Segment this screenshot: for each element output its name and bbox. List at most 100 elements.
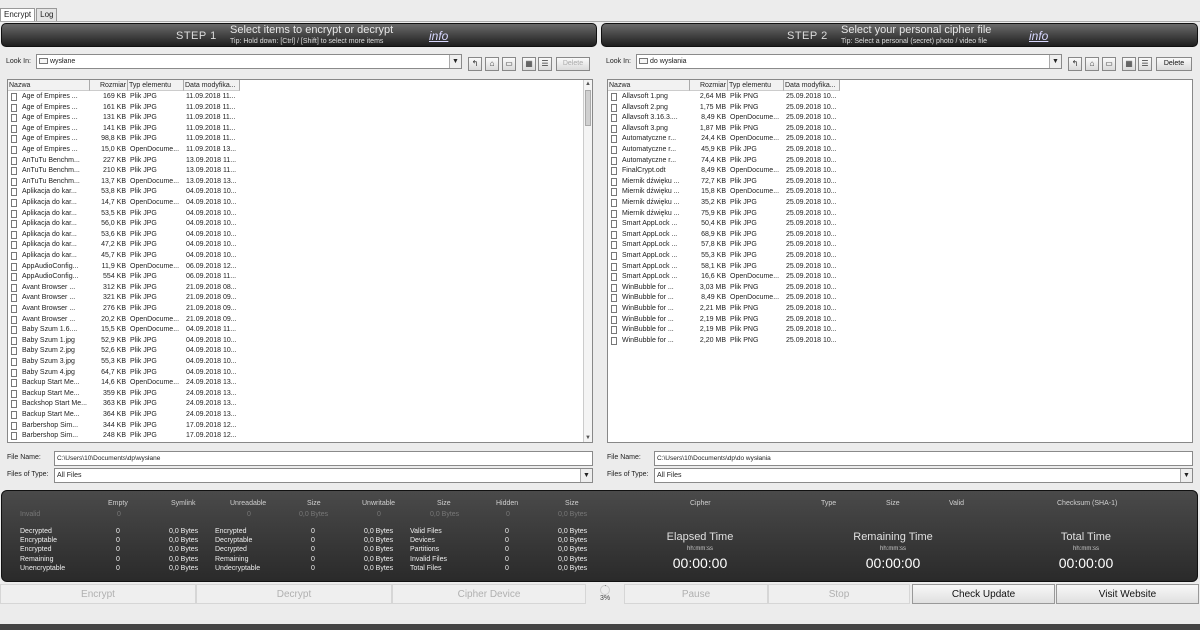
- list-item[interactable]: Aplikacja do kar... 47,2 KB Plik JPG 04.09.…: [8, 240, 592, 251]
- list-item[interactable]: Miernik dźwięku ... 75,9 KB Plik JPG 25.09.…: [608, 209, 1192, 220]
- list-item[interactable]: Aplikacja do kar... 53,6 KB Plik JPG 04.09.…: [8, 230, 592, 241]
- list-item[interactable]: AppAudioConfig... 554 KB Plik JPG 06.09.201…: [8, 272, 592, 283]
- col-type[interactable]: Typ elementu: [128, 80, 184, 91]
- up-folder-icon[interactable]: ↰: [1068, 57, 1082, 71]
- details-view-icon[interactable]: ☰: [1138, 57, 1152, 71]
- list-item[interactable]: Smart AppLock ... 58,1 KB Plik JPG 25.09.20…: [608, 262, 1192, 273]
- list-item[interactable]: Age of Empires ... 98,8 KB Plik JPG 11.09.2…: [8, 134, 592, 145]
- list-item[interactable]: Backup Start Me... 14,6 KB OpenDocume... 24…: [8, 378, 592, 389]
- list-item[interactable]: FinalCrypt.odt 8,49 KB OpenDocume... 25.09.…: [608, 166, 1192, 177]
- list-item[interactable]: Aplikacja do kar... 45,7 KB Plik JPG 04.09.…: [8, 251, 592, 262]
- list-item[interactable]: WinBubble for ... 3,03 MB Plik PNG 25.09.20…: [608, 283, 1192, 294]
- vertical-scrollbar[interactable]: ▲ ▼: [583, 80, 592, 442]
- col-date[interactable]: Data modyfika...: [784, 80, 840, 91]
- list-item[interactable]: Age of Empires ... 131 KB Plik JPG 11.09.20…: [8, 113, 592, 124]
- list-item[interactable]: Baby Szum 3.jpg 55,3 KB Plik JPG 04.09.2018…: [8, 357, 592, 368]
- list-view-icon[interactable]: ▦: [522, 57, 536, 71]
- pause-button[interactable]: Pause: [624, 584, 768, 604]
- list-item[interactable]: Baby Szum 1.6.... 15,5 KB OpenDocume... 04.…: [8, 325, 592, 336]
- list-item[interactable]: Allavsoft 1.png 2,64 MB Plik PNG 25.09.2018…: [608, 92, 1192, 103]
- list-item[interactable]: Smart AppLock ... 55,3 KB Plik JPG 25.09.20…: [608, 251, 1192, 262]
- file-icon: [11, 432, 17, 441]
- list-item[interactable]: Age of Empires ... 161 KB Plik JPG 11.09.20…: [8, 103, 592, 114]
- list-view-icon[interactable]: ▦: [1122, 57, 1136, 71]
- list-item[interactable]: Allavsoft 3.png 1,87 MB Plik PNG 25.09.2018…: [608, 124, 1192, 135]
- details-view-icon[interactable]: ☰: [538, 57, 552, 71]
- list-item[interactable]: WinBubble for ... 2,20 MB Plik PNG 25.09.20…: [608, 336, 1192, 347]
- hdr-hidden: Hidden: [496, 500, 519, 507]
- encrypt-button[interactable]: Encrypt: [0, 584, 196, 604]
- col-date[interactable]: Data modyfika...: [184, 80, 240, 91]
- delete-button[interactable]: Delete: [556, 57, 590, 71]
- tab-encrypt[interactable]: Encrypt: [0, 8, 36, 22]
- list-item[interactable]: Avant Browser ... 312 KB Plik JPG 21.09.201…: [8, 283, 592, 294]
- list-item[interactable]: WinBubble for ... 8,49 KB OpenDocume... 25.…: [608, 293, 1192, 304]
- col-name[interactable]: Nazwa: [608, 80, 690, 91]
- col-type[interactable]: Typ elementu: [728, 80, 784, 91]
- list-item[interactable]: Aplikacja do kar... 53,5 KB Plik JPG 04.09.…: [8, 209, 592, 220]
- tab-log[interactable]: Log: [36, 8, 58, 22]
- stop-button[interactable]: Stop: [768, 584, 910, 604]
- list-item[interactable]: Age of Empires ... 141 KB Plik JPG 11.09.20…: [8, 124, 592, 135]
- list-item[interactable]: Backshop Start Me... 363 KB Plik JPG 24.09.…: [8, 399, 592, 410]
- file-list[interactable]: Nazwa Rozmiar Typ elementu Data modyfika…: [7, 79, 593, 443]
- list-item[interactable]: AnTuTu Benchm... 227 KB Plik JPG 13.09.2018…: [8, 156, 592, 167]
- look-in-combo[interactable]: wysłane ▼: [36, 54, 462, 69]
- list-item[interactable]: Smart AppLock ... 68,9 KB Plik JPG 25.09.20…: [608, 230, 1192, 241]
- new-folder-icon[interactable]: ▭: [502, 57, 516, 71]
- cipher-device-button[interactable]: Cipher Device: [392, 584, 586, 604]
- list-item[interactable]: Automatyczne r... 74,4 KB Plik JPG 25.09.20…: [608, 156, 1192, 167]
- look-in-combo[interactable]: do wysłania ▼: [636, 54, 1062, 69]
- file-list[interactable]: Nazwa Rozmiar Typ elementu Data modyfika…: [607, 79, 1193, 443]
- home-icon[interactable]: ⌂: [485, 57, 499, 71]
- list-item[interactable]: WinBubble for ... 2,19 MB Plik PNG 25.09.20…: [608, 315, 1192, 326]
- delete-button[interactable]: Delete: [1156, 57, 1192, 71]
- list-item[interactable]: WinBubble for ... 2,21 MB Plik PNG 25.09.20…: [608, 304, 1192, 315]
- list-item[interactable]: Allavsoft 3.16.3.... 8,49 KB OpenDocume...…: [608, 113, 1192, 124]
- up-folder-icon[interactable]: ↰: [468, 57, 482, 71]
- col-size[interactable]: Rozmiar: [90, 80, 128, 91]
- list-item[interactable]: Baby Szum 1.jpg 52,9 KB Plik JPG 04.09.2018…: [8, 336, 592, 347]
- list-item[interactable]: AnTuTu Benchm... 210 KB Plik JPG 13.09.2018…: [8, 166, 592, 177]
- list-item[interactable]: Automatyczne r... 45,9 KB Plik JPG 25.09.20…: [608, 145, 1192, 156]
- list-item[interactable]: Smart AppLock ... 16,6 KB OpenDocume... 25.…: [608, 272, 1192, 283]
- list-item[interactable]: Allavsoft 2.png 1,75 MB Plik PNG 25.09.2018…: [608, 103, 1192, 114]
- list-item[interactable]: Smart AppLock ... 57,8 KB Plik JPG 25.09.20…: [608, 240, 1192, 251]
- list-item[interactable]: Miernik dźwięku ... 15,8 KB OpenDocume... 2…: [608, 187, 1192, 198]
- list-item[interactable]: Age of Empires ... 15,0 KB OpenDocume... 11…: [8, 145, 592, 156]
- list-item[interactable]: Aplikacja do kar... 53,8 KB Plik JPG 04.09.…: [8, 187, 592, 198]
- files-of-type-combo[interactable]: All Files ▼: [54, 468, 593, 483]
- list-item[interactable]: Automatyczne r... 24,4 KB OpenDocume... 25.…: [608, 134, 1192, 145]
- step2-info-link[interactable]: info: [1029, 29, 1048, 43]
- list-item[interactable]: Barbershop Sim... 248 KB Plik JPG 17.09.201…: [8, 431, 592, 442]
- col-name[interactable]: Nazwa: [8, 80, 90, 91]
- step1-info-link[interactable]: info: [429, 29, 448, 43]
- stat-count: 0: [505, 546, 509, 554]
- new-folder-icon[interactable]: ▭: [1102, 57, 1116, 71]
- list-item[interactable]: Avant Browser ... 321 KB Plik JPG 21.09.201…: [8, 293, 592, 304]
- home-icon[interactable]: ⌂: [1085, 57, 1099, 71]
- list-item[interactable]: Barbershop Sim... 344 KB Plik JPG 17.09.201…: [8, 421, 592, 432]
- list-item[interactable]: AppAudioConfig... 11,9 KB OpenDocume... 06.…: [8, 262, 592, 273]
- list-item[interactable]: Backup Start Me... 359 KB Plik JPG 24.09.20…: [8, 389, 592, 400]
- list-item[interactable]: Backup Start Me... 364 KB Plik JPG 24.09.20…: [8, 410, 592, 421]
- list-item[interactable]: Aplikacja do kar... 56,0 KB Plik JPG 04.09.…: [8, 219, 592, 230]
- files-of-type-combo[interactable]: All Files ▼: [654, 468, 1193, 483]
- list-item[interactable]: Smart AppLock ... 50,4 KB Plik JPG 25.09.20…: [608, 219, 1192, 230]
- list-item[interactable]: Miernik dźwięku ... 72,7 KB Plik JPG 25.09.…: [608, 177, 1192, 188]
- col-size[interactable]: Rozmiar: [690, 80, 728, 91]
- list-item[interactable]: WinBubble for ... 2,19 MB Plik PNG 25.09.20…: [608, 325, 1192, 336]
- check-update-button[interactable]: Check Update: [912, 584, 1055, 604]
- list-item[interactable]: Baby Szum 2.jpg 52,6 KB Plik JPG 04.09.2018…: [8, 346, 592, 357]
- list-item[interactable]: Baby Szum 4.jpg 64,7 KB Plik JPG 04.09.2018…: [8, 368, 592, 379]
- list-item[interactable]: Avant Browser ... 276 KB Plik JPG 21.09.201…: [8, 304, 592, 315]
- file-name-field[interactable]: C:\Users\10\Documents\dp\wysłane: [54, 451, 593, 466]
- decrypt-button[interactable]: Decrypt: [196, 584, 392, 604]
- list-item[interactable]: Avant Browser ... 20,2 KB OpenDocume... 21.…: [8, 315, 592, 326]
- list-item[interactable]: AnTuTu Benchm... 13,7 KB OpenDocume... 13.0…: [8, 177, 592, 188]
- visit-website-button[interactable]: Visit Website: [1056, 584, 1199, 604]
- list-item[interactable]: Age of Empires ... 169 KB Plik JPG 11.09.20…: [8, 92, 592, 103]
- file-name-field[interactable]: C:\Users\10\Documents\dp\do wysłania: [654, 451, 1193, 466]
- list-item[interactable]: Aplikacja do kar... 14,7 KB OpenDocume... 0…: [8, 198, 592, 209]
- list-item[interactable]: Miernik dźwięku ... 35,2 KB Plik JPG 25.09.…: [608, 198, 1192, 209]
